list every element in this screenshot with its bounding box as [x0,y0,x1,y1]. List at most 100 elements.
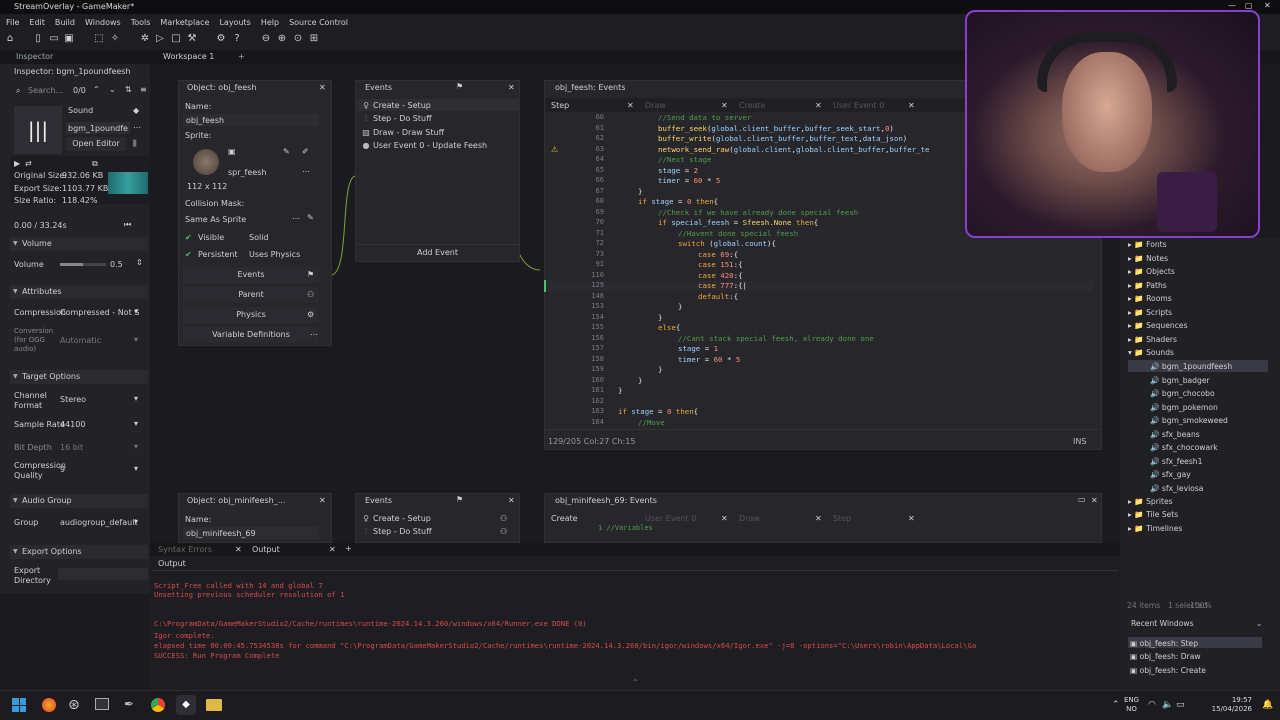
wifi-icon[interactable]: ◠ [1148,700,1156,710]
pen-icon[interactable]: ✒ [124,697,134,711]
volume-icon[interactable]: 🔈 [1162,700,1173,710]
volume-slider[interactable] [60,263,106,266]
close-events-icon[interactable]: ✕ [508,83,515,92]
tab2-step[interactable]: Step [833,514,851,523]
close-object2-icon[interactable]: ✕ [319,496,326,505]
chrome-icon[interactable] [151,698,165,712]
terminal-icon[interactable] [95,698,109,710]
add-workspace-button[interactable]: + [238,52,245,61]
grid-icon[interactable]: ⊞ [308,33,320,45]
sound-item-sfx-leviosa[interactable]: 🔊 sfx_leviosa [1150,484,1203,493]
search-next-icon[interactable]: ⌄ [109,85,116,94]
clean-build-icon[interactable]: ⚒ [186,33,198,45]
close-tab-icon[interactable]: ✕ [908,101,915,110]
parent-button[interactable]: Parent [183,287,319,303]
sound-item-sfx-gay[interactable]: 🔊 sfx_gay [1150,470,1191,479]
firefox-icon[interactable] [42,698,56,712]
chevron-down-icon[interactable]: ▾ [134,517,138,526]
uses-physics-checkbox-label[interactable]: Uses Physics [249,250,300,259]
resource-group-timelines[interactable]: ▸ 📁 Timelines [1128,524,1182,533]
bit-depth-select[interactable]: 16 bit [60,443,83,452]
volume-stepper-icon[interactable]: ⇕ [136,258,143,267]
event2-item-step[interactable]: ⫶ Step - Do Stuff [362,527,432,537]
sprite-thumbnail[interactable] [193,149,219,175]
tab2-draw[interactable]: Draw [739,514,760,523]
tab-create[interactable]: Create [739,101,766,110]
export-directory-field[interactable] [58,568,148,580]
close-window-button[interactable]: ✕ [1264,1,1271,10]
export-icon[interactable]: ⧉ [92,159,98,169]
persistent-check-icon[interactable]: ✔ [185,250,192,259]
close-tab-icon[interactable]: ✕ [815,101,822,110]
sound-item-bgm-pokemon[interactable]: 🔊 bgm_pokemon [1150,403,1218,412]
loop-icon[interactable]: ⇄ [25,159,32,168]
tab2-user-event[interactable]: User Event 0 [645,514,696,523]
add-event-button[interactable]: Add Event [356,244,519,260]
clock[interactable]: 19:57 15/04/2026 [1206,696,1252,714]
chevron-down-icon[interactable]: ⌄ [1256,619,1262,628]
rewind-icon[interactable]: ⏮ [124,220,131,230]
chevron-down-icon[interactable]: ▾ [134,307,138,316]
tab2-create[interactable]: Create [551,514,578,523]
resource-group-sounds[interactable]: ▾ 📁 Sounds [1128,348,1174,357]
maximize-button[interactable]: ▢ [1245,1,1253,10]
sound-item-bgm-smokeweed[interactable]: 🔊 bgm_smokeweed [1150,416,1228,425]
tab-user-event[interactable]: User Event 0 [833,101,884,110]
close-tab-icon[interactable]: ✕ [235,545,242,554]
close-events2-icon[interactable]: ✕ [508,496,515,505]
compression-quality-select[interactable]: 9 [60,465,65,474]
solid-checkbox-label[interactable]: Solid [249,233,269,242]
collapse-icon[interactable]: ⌃ [632,678,639,687]
close-tab-icon[interactable]: ✕ [721,514,728,523]
inspector-search-input[interactable]: Search... [28,86,63,95]
new-sprite-icon[interactable]: ▣ [228,147,236,156]
resource-group-shaders[interactable]: ▸ 📁 Shaders [1128,335,1177,344]
channel-format-select[interactable]: Stereo [60,395,86,404]
zoom-out-icon[interactable]: ⊖ [260,33,272,45]
battery-icon[interactable]: ▭ [1176,700,1185,710]
resource-group-scripts[interactable]: ▸ 📁 Scripts [1128,308,1172,317]
tab-output[interactable]: Output [252,545,280,554]
group-select[interactable]: audiogroup_default [60,518,138,527]
search-prev-icon[interactable]: ⌃ [93,85,100,94]
resource-group-sequences[interactable]: ▸ 📁 Sequences [1128,321,1188,330]
file-explorer-icon[interactable] [206,699,222,711]
inherit-icon[interactable]: ⚇ [500,514,507,523]
menu-source-control[interactable]: Source Control [289,18,348,27]
collision-mask-value[interactable]: Same As Sprite [185,215,246,224]
close-tab-icon[interactable]: ✕ [329,545,336,554]
audio-group-section-header[interactable]: Audio Group [10,494,148,508]
resource-group-notes[interactable]: ▸ 📁 Notes [1128,254,1168,263]
save-icon[interactable]: ▣ [63,33,75,45]
inherit-icon[interactable]: ⚇ [500,527,507,536]
windows-start-icon[interactable] [12,698,26,712]
event-item-user-event[interactable]: ● User Event 0 - Update Feesh [362,141,488,150]
recent-item-step[interactable]: ▣ obj_feesh: Step [1130,639,1198,648]
play-icon[interactable]: ▶ [14,159,20,168]
collision-menu-icon[interactable]: ⋯ [292,214,300,223]
sound-item-bgm-badger[interactable]: 🔊 bgm_badger [1150,376,1210,385]
compression-select[interactable]: Compressed - Not S [60,308,139,317]
resource-group-fonts[interactable]: ▸ 📁 Fonts [1128,240,1167,249]
close-tab-icon[interactable]: ✕ [908,514,915,523]
sound-item-sfx-chocowark[interactable]: 🔊 sfx_chocowark [1150,443,1218,452]
menu-help[interactable]: Help [261,18,279,27]
clean-icon[interactable]: ✧ [109,33,121,45]
event-item-draw[interactable]: ▨ Draw - Draw Stuff [362,128,444,137]
add-tab-icon[interactable]: + [345,544,352,553]
open-project-icon[interactable]: ▭ [48,33,60,45]
volume-value[interactable]: 0.5 [110,260,123,269]
filter-icon[interactable]: ⇅ [125,85,132,94]
close-tab-icon[interactable]: ✕ [627,101,634,110]
tab-workspace[interactable]: Workspace 1 [163,52,214,61]
sound-item-sfx-feesh1[interactable]: 🔊 sfx_feesh1 [1150,457,1202,466]
event-item-create[interactable]: ♀ Create - Setup [362,101,431,110]
resource-group-sprites[interactable]: ▸ 📁 Sprites [1128,497,1173,506]
tab-step[interactable]: Step [551,101,569,110]
visible-check-icon[interactable]: ✔ [185,233,192,242]
menu-build[interactable]: Build [55,18,75,27]
chevron-down-icon[interactable]: ▾ [134,419,138,428]
events-button[interactable]: Events [183,267,319,283]
menu-file[interactable]: File [6,18,19,27]
minimize-button[interactable]: — [1228,1,1236,10]
